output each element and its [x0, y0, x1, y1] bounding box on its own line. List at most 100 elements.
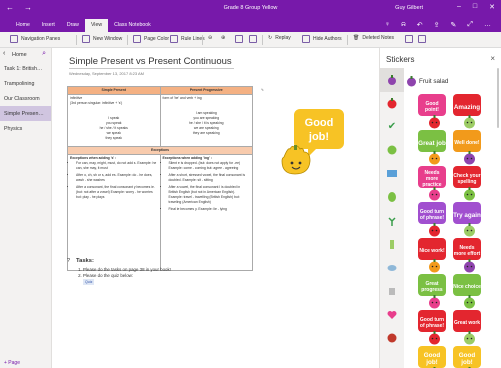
- sticker-item[interactable]: Nice choice: [453, 274, 483, 310]
- scrollbar[interactable]: [497, 68, 499, 128]
- sticker-item[interactable]: Amazing: [453, 94, 483, 130]
- sticker-item[interactable]: Great job: [418, 130, 448, 166]
- fruit-character-icon: [464, 295, 475, 309]
- sidebar-item-physics[interactable]: Physics: [0, 121, 51, 136]
- share-icon[interactable]: ⇪: [434, 21, 440, 29]
- sticker-category-face[interactable]: [380, 327, 404, 351]
- page-date: Wednesday, September 13, 2017 8:23 AM: [69, 71, 145, 76]
- sticker-item[interactable]: Check your spelling: [453, 166, 483, 202]
- window-title: Grade 8 Group Yellow: [223, 5, 278, 11]
- tab-home[interactable]: Home: [10, 19, 36, 32]
- face-icon: [387, 333, 397, 343]
- fruit-character-icon: [429, 223, 440, 237]
- sidebar-item-classroom[interactable]: Our Classroom: [0, 91, 51, 106]
- rule-lines-icon: [170, 35, 178, 43]
- fruit-character-icon: [429, 115, 440, 129]
- add-page-button[interactable]: + Page: [4, 360, 20, 366]
- chevron-left-icon[interactable]: ‹: [3, 50, 5, 57]
- fruit-character-icon: [429, 187, 440, 201]
- more-icon[interactable]: …: [484, 21, 491, 29]
- apple-icon: [387, 98, 397, 109]
- sidebar-item-simple-present[interactable]: Simple Presen…: [0, 106, 51, 121]
- good-job-sticker[interactable]: Good job!: [278, 103, 348, 177]
- sticker-category-apple[interactable]: [380, 92, 404, 116]
- sticker-category-creature[interactable]: [380, 139, 404, 163]
- sticker-item[interactable]: Good turn of phrase!: [418, 202, 448, 238]
- new-window-button[interactable]: New Window: [82, 35, 122, 43]
- stickers-pane: Stickers × ✔ Fruit salad Good point! Amaz…: [379, 48, 501, 368]
- sticker-item[interactable]: Great work: [453, 310, 483, 346]
- sticker-category-fish[interactable]: [380, 256, 404, 280]
- tasks-heading: Tasks:: [76, 258, 94, 264]
- search-icon[interactable]: ⌕: [42, 50, 46, 58]
- bell-icon[interactable]: ⍾: [401, 21, 406, 29]
- heart-icon: [387, 310, 397, 319]
- page-canvas[interactable]: Simple Present vs Present Continuous Wed…: [53, 48, 379, 368]
- zoom-in-button[interactable]: ⊕: [221, 35, 225, 41]
- undo-icon[interactable]: ↶: [417, 21, 423, 29]
- fruit-character-icon: [464, 331, 475, 345]
- fruit-character-icon: [429, 331, 440, 345]
- close-icon[interactable]: ×: [490, 54, 495, 63]
- page-width-button[interactable]: [235, 35, 243, 43]
- navigation-panes-button[interactable]: Navigation Panes: [10, 35, 60, 43]
- sticker-item[interactable]: Great progress: [418, 274, 448, 310]
- table-cell: Exceptions when adding 'ing' : Silent e …: [159, 154, 253, 271]
- sticker-category-fruit[interactable]: [380, 68, 404, 92]
- user-name[interactable]: Guy Gilbert: [395, 5, 423, 11]
- sticker-category-list: ✔: [380, 68, 404, 368]
- tab-view[interactable]: View: [84, 19, 109, 32]
- rule-lines-button[interactable]: Rule Lines: [170, 35, 205, 43]
- sticker-item[interactable]: Nice work!: [418, 238, 448, 274]
- home-link[interactable]: Home: [12, 52, 27, 58]
- sticker-category-cup[interactable]: [380, 280, 404, 304]
- translate-button[interactable]: [418, 35, 426, 43]
- page-color-icon: [133, 35, 141, 43]
- sidebar-item-trampolining[interactable]: Trampolining: [0, 76, 51, 91]
- sticker-category-heart[interactable]: [380, 303, 404, 327]
- fruit-character-icon: [429, 259, 440, 273]
- close-button[interactable]: ✕: [489, 3, 495, 11]
- replay-button[interactable]: ↻ Replay: [268, 35, 291, 41]
- tab-class-notebook[interactable]: Class Notebook: [108, 19, 157, 32]
- sticker-category-check[interactable]: ✔: [380, 115, 404, 139]
- authors-icon: [302, 35, 310, 43]
- cactus-icon: [390, 240, 394, 250]
- lightbulb-icon[interactable]: ♀: [385, 21, 390, 29]
- grammar-table[interactable]: Simple Present Present Progressive infin…: [67, 86, 253, 271]
- table-header-simple-present: Simple Present: [67, 86, 161, 95]
- sticker-item[interactable]: Good turn of phrase!: [418, 310, 448, 346]
- sticker-item[interactable]: Needs more effort: [453, 238, 483, 274]
- page-color-button[interactable]: Page Color: [133, 35, 169, 43]
- zoom-out-button[interactable]: ⊖: [208, 35, 212, 41]
- sticker-category-plant[interactable]: [380, 209, 404, 233]
- hide-authors-button[interactable]: Hide Authors: [302, 35, 342, 43]
- deleted-notes-button[interactable]: 🗑 Deleted Notes: [353, 35, 394, 41]
- sticker-category-cactus[interactable]: [380, 233, 404, 257]
- sticker-item[interactable]: Good job!: [453, 346, 483, 368]
- tab-insert[interactable]: Insert: [36, 19, 61, 32]
- sticker-item[interactable]: Well done!: [453, 130, 483, 166]
- tab-draw[interactable]: Draw: [61, 19, 85, 32]
- sticker-label-line2: job!: [308, 131, 329, 143]
- immersive-reader-button[interactable]: [405, 35, 413, 43]
- page-title[interactable]: Simple Present vs Present Continuous: [69, 56, 232, 67]
- minimize-button[interactable]: –: [457, 3, 461, 11]
- sticker-item[interactable]: Good job!: [418, 346, 448, 368]
- sticker-category-leaf[interactable]: [380, 186, 404, 210]
- maximize-button[interactable]: □: [473, 3, 477, 11]
- panes-icon: [10, 35, 18, 43]
- quiz-link[interactable]: Quiz: [83, 279, 95, 285]
- sidebar-item-british[interactable]: Task 1: British…: [0, 61, 51, 76]
- page-width-icon: [235, 35, 243, 43]
- sticker-item[interactable]: Good point!: [418, 94, 448, 130]
- edit-icon[interactable]: ✎: [451, 21, 457, 29]
- sticker-category-screen[interactable]: [380, 162, 404, 186]
- orange-fruit-icon: [281, 145, 311, 175]
- sticker-category-title: Fruit salad: [419, 78, 449, 85]
- expand-icon[interactable]: ⤢: [467, 21, 473, 29]
- sticker-item[interactable]: Needs more practice: [418, 166, 448, 202]
- sticker-item[interactable]: Try again: [453, 202, 483, 238]
- replay-icon: ↻: [268, 35, 273, 41]
- zoom-100-button[interactable]: [249, 35, 257, 43]
